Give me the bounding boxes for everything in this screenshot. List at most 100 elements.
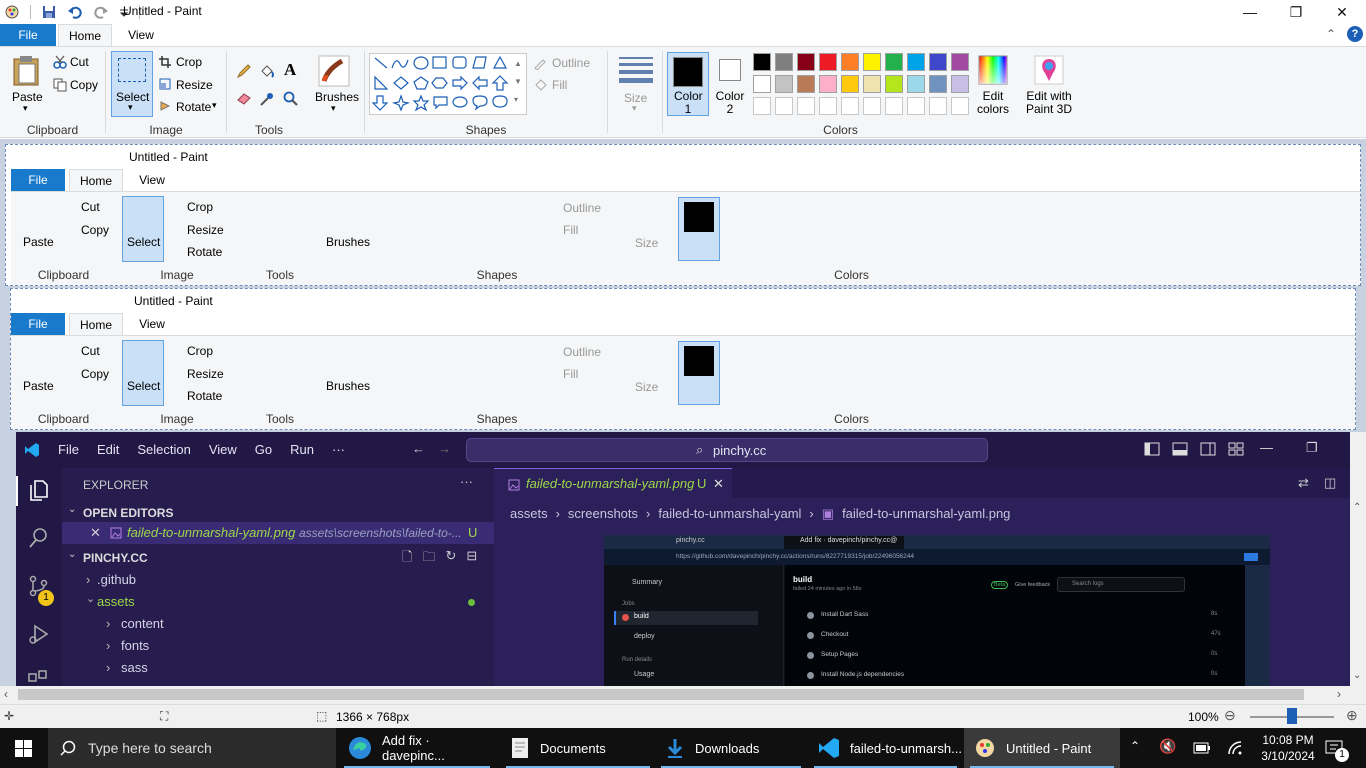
refresh-icon[interactable]: ↻ (445, 548, 456, 570)
edit-colors-icon[interactable] (978, 55, 1008, 85)
paste-icon[interactable] (12, 55, 42, 87)
clock-date[interactable]: 3/10/2024 (1257, 749, 1319, 763)
palette-swatch[interactable] (907, 75, 925, 93)
size-dropdown-icon[interactable]: ▾ (632, 103, 637, 114)
new-folder-icon[interactable]: 🗀 (422, 548, 435, 570)
palette-swatch[interactable] (753, 75, 771, 93)
tab-file[interactable]: File (0, 24, 56, 46)
pasted-screenshot-copy-2[interactable]: Untitled - Paint File Home View Clipboar… (10, 288, 1356, 430)
palette-swatch[interactable] (907, 53, 925, 71)
rotate-label[interactable]: Rotate (176, 100, 211, 114)
scroll-down-icon[interactable]: ⌄ (1353, 670, 1361, 681)
palette-swatch[interactable] (797, 53, 815, 71)
shapes-gallery[interactable] (369, 53, 527, 115)
vscode-menu-item[interactable]: Run (290, 442, 314, 457)
palette-empty-slot[interactable] (797, 97, 815, 115)
zoom-in-icon[interactable]: ⊕ (1346, 707, 1358, 724)
taskbar-item-downloads[interactable]: Downloads (655, 728, 807, 768)
palette-swatch[interactable] (753, 53, 771, 71)
project-title[interactable]: PINCHY.CC (83, 551, 148, 565)
taskbar-item-vscode[interactable]: failed-to-unmarsh... (808, 728, 963, 768)
vscode-menu-item[interactable]: File (58, 442, 79, 457)
vscode-menu-item[interactable]: Edit (97, 442, 119, 457)
open-changes-icon[interactable]: ⇄ (1298, 475, 1309, 491)
redo-icon[interactable] (93, 4, 109, 20)
palette-swatch[interactable] (819, 53, 837, 71)
new-file-icon[interactable]: 🗋 (402, 548, 412, 570)
palette-swatch[interactable] (951, 75, 969, 93)
taskbar-search-box[interactable]: Type here to search (48, 728, 336, 768)
paint3d-label[interactable]: Edit with Paint 3D (1024, 90, 1074, 116)
customize-layout-icon[interactable] (1228, 442, 1244, 456)
palette-empty-slot[interactable] (863, 97, 881, 115)
vscode-command-search[interactable]: ⌕ pinchy.cc (466, 438, 988, 462)
vscode-menu-item[interactable]: View (209, 442, 237, 457)
palette-swatch[interactable] (885, 53, 903, 71)
vscode-menu-item[interactable]: Go (255, 442, 272, 457)
palette-empty-slot[interactable] (929, 97, 947, 115)
select-button[interactable]: Select ▾ (111, 51, 153, 117)
paint3d-icon[interactable] (1034, 55, 1064, 85)
paint-app-icon[interactable] (4, 4, 20, 20)
palette-empty-slot[interactable] (753, 97, 771, 115)
chevron-down-icon[interactable]: ⌄ (68, 504, 76, 515)
fill-icon[interactable] (259, 63, 275, 79)
breadcrumb-file[interactable]: failed-to-unmarshal-yaml.png (842, 506, 1010, 522)
size-icon[interactable] (619, 57, 653, 83)
pasted-vscode-screenshot[interactable]: File Edit Selection View Go Run ··· ← → ⌕ pinc… (16, 432, 1350, 686)
vertical-scrollbar[interactable]: ⌃ ⌄ (1350, 432, 1366, 686)
collapse-all-icon[interactable]: ⊟ (466, 548, 477, 570)
breadcrumb-folder[interactable]: failed-to-unmarshal-yaml (658, 506, 801, 522)
open-editor-item[interactable]: ✕ failed-to-unmarshal-yaml.png assets\sc… (62, 522, 494, 544)
rotate-dropdown-icon[interactable]: ▾ (212, 100, 217, 111)
color2-swatch[interactable] (719, 59, 741, 81)
color1-button[interactable]: Color 1 (667, 52, 709, 116)
taskbar-item-documents[interactable]: Documents (500, 728, 656, 768)
crop-icon[interactable] (159, 56, 171, 68)
chevron-right-icon[interactable]: › (106, 660, 110, 675)
clock-time[interactable]: 10:08 PM (1257, 733, 1319, 747)
palette-swatch[interactable] (929, 53, 947, 71)
resize-label[interactable]: Resize (176, 78, 213, 92)
close-tab-icon[interactable]: ✕ (713, 476, 724, 492)
scroll-thumb[interactable] (18, 689, 1304, 700)
palette-empty-slot[interactable] (885, 97, 903, 115)
tab-view[interactable]: View (114, 24, 168, 46)
cut-icon[interactable] (53, 55, 67, 69)
outline-label[interactable]: Outline (552, 56, 590, 70)
palette-swatch[interactable] (863, 75, 881, 93)
copy-label[interactable]: Copy (70, 78, 98, 92)
chevron-down-icon[interactable]: ⌄ (86, 592, 95, 605)
breadcrumb-screenshots[interactable]: screenshots (568, 506, 638, 522)
palette-swatch[interactable] (819, 75, 837, 93)
explorer-icon[interactable] (27, 478, 51, 502)
palette-empty-slot[interactable] (951, 97, 969, 115)
palette-swatch[interactable] (951, 53, 969, 71)
battery-icon[interactable] (1193, 742, 1211, 754)
tree-item-content[interactable]: content (121, 616, 164, 631)
run-debug-icon[interactable] (27, 622, 51, 646)
scroll-left-icon[interactable]: ‹ (4, 687, 8, 701)
close-button[interactable]: ✕ (1319, 0, 1365, 24)
zoom-slider-thumb[interactable] (1287, 708, 1297, 724)
tray-chevron-up-icon[interactable]: ⌃ (1130, 739, 1140, 753)
split-editor-icon[interactable]: ◫ (1324, 475, 1336, 491)
palette-swatch[interactable] (841, 75, 859, 93)
palette-empty-slot[interactable] (907, 97, 925, 115)
close-editor-icon[interactable]: ✕ (90, 525, 101, 541)
pasted-screenshot-copy-1[interactable]: Untitled - Paint File Home View Clipboar… (5, 144, 1361, 286)
vscode-menu-item[interactable]: ··· (332, 442, 345, 457)
text-tool-icon[interactable]: A (284, 60, 296, 80)
tree-item-github[interactable]: .github (97, 572, 136, 587)
vscode-maximize-button[interactable]: ❐ (1306, 440, 1318, 456)
open-editors-title[interactable]: OPEN EDITORS (83, 506, 173, 520)
collapse-ribbon-icon[interactable]: ⌃ (1326, 27, 1336, 41)
crop-label[interactable]: Crop (176, 55, 202, 69)
palette-swatch[interactable] (841, 53, 859, 71)
nav-forward-icon[interactable]: → (438, 441, 451, 456)
brushes-dropdown-icon[interactable]: ▾ (331, 103, 336, 114)
scroll-up-icon[interactable]: ⌃ (1353, 502, 1361, 513)
cut-label[interactable]: Cut (70, 55, 89, 69)
palette-empty-slot[interactable] (775, 97, 793, 115)
palette-swatch[interactable] (775, 53, 793, 71)
